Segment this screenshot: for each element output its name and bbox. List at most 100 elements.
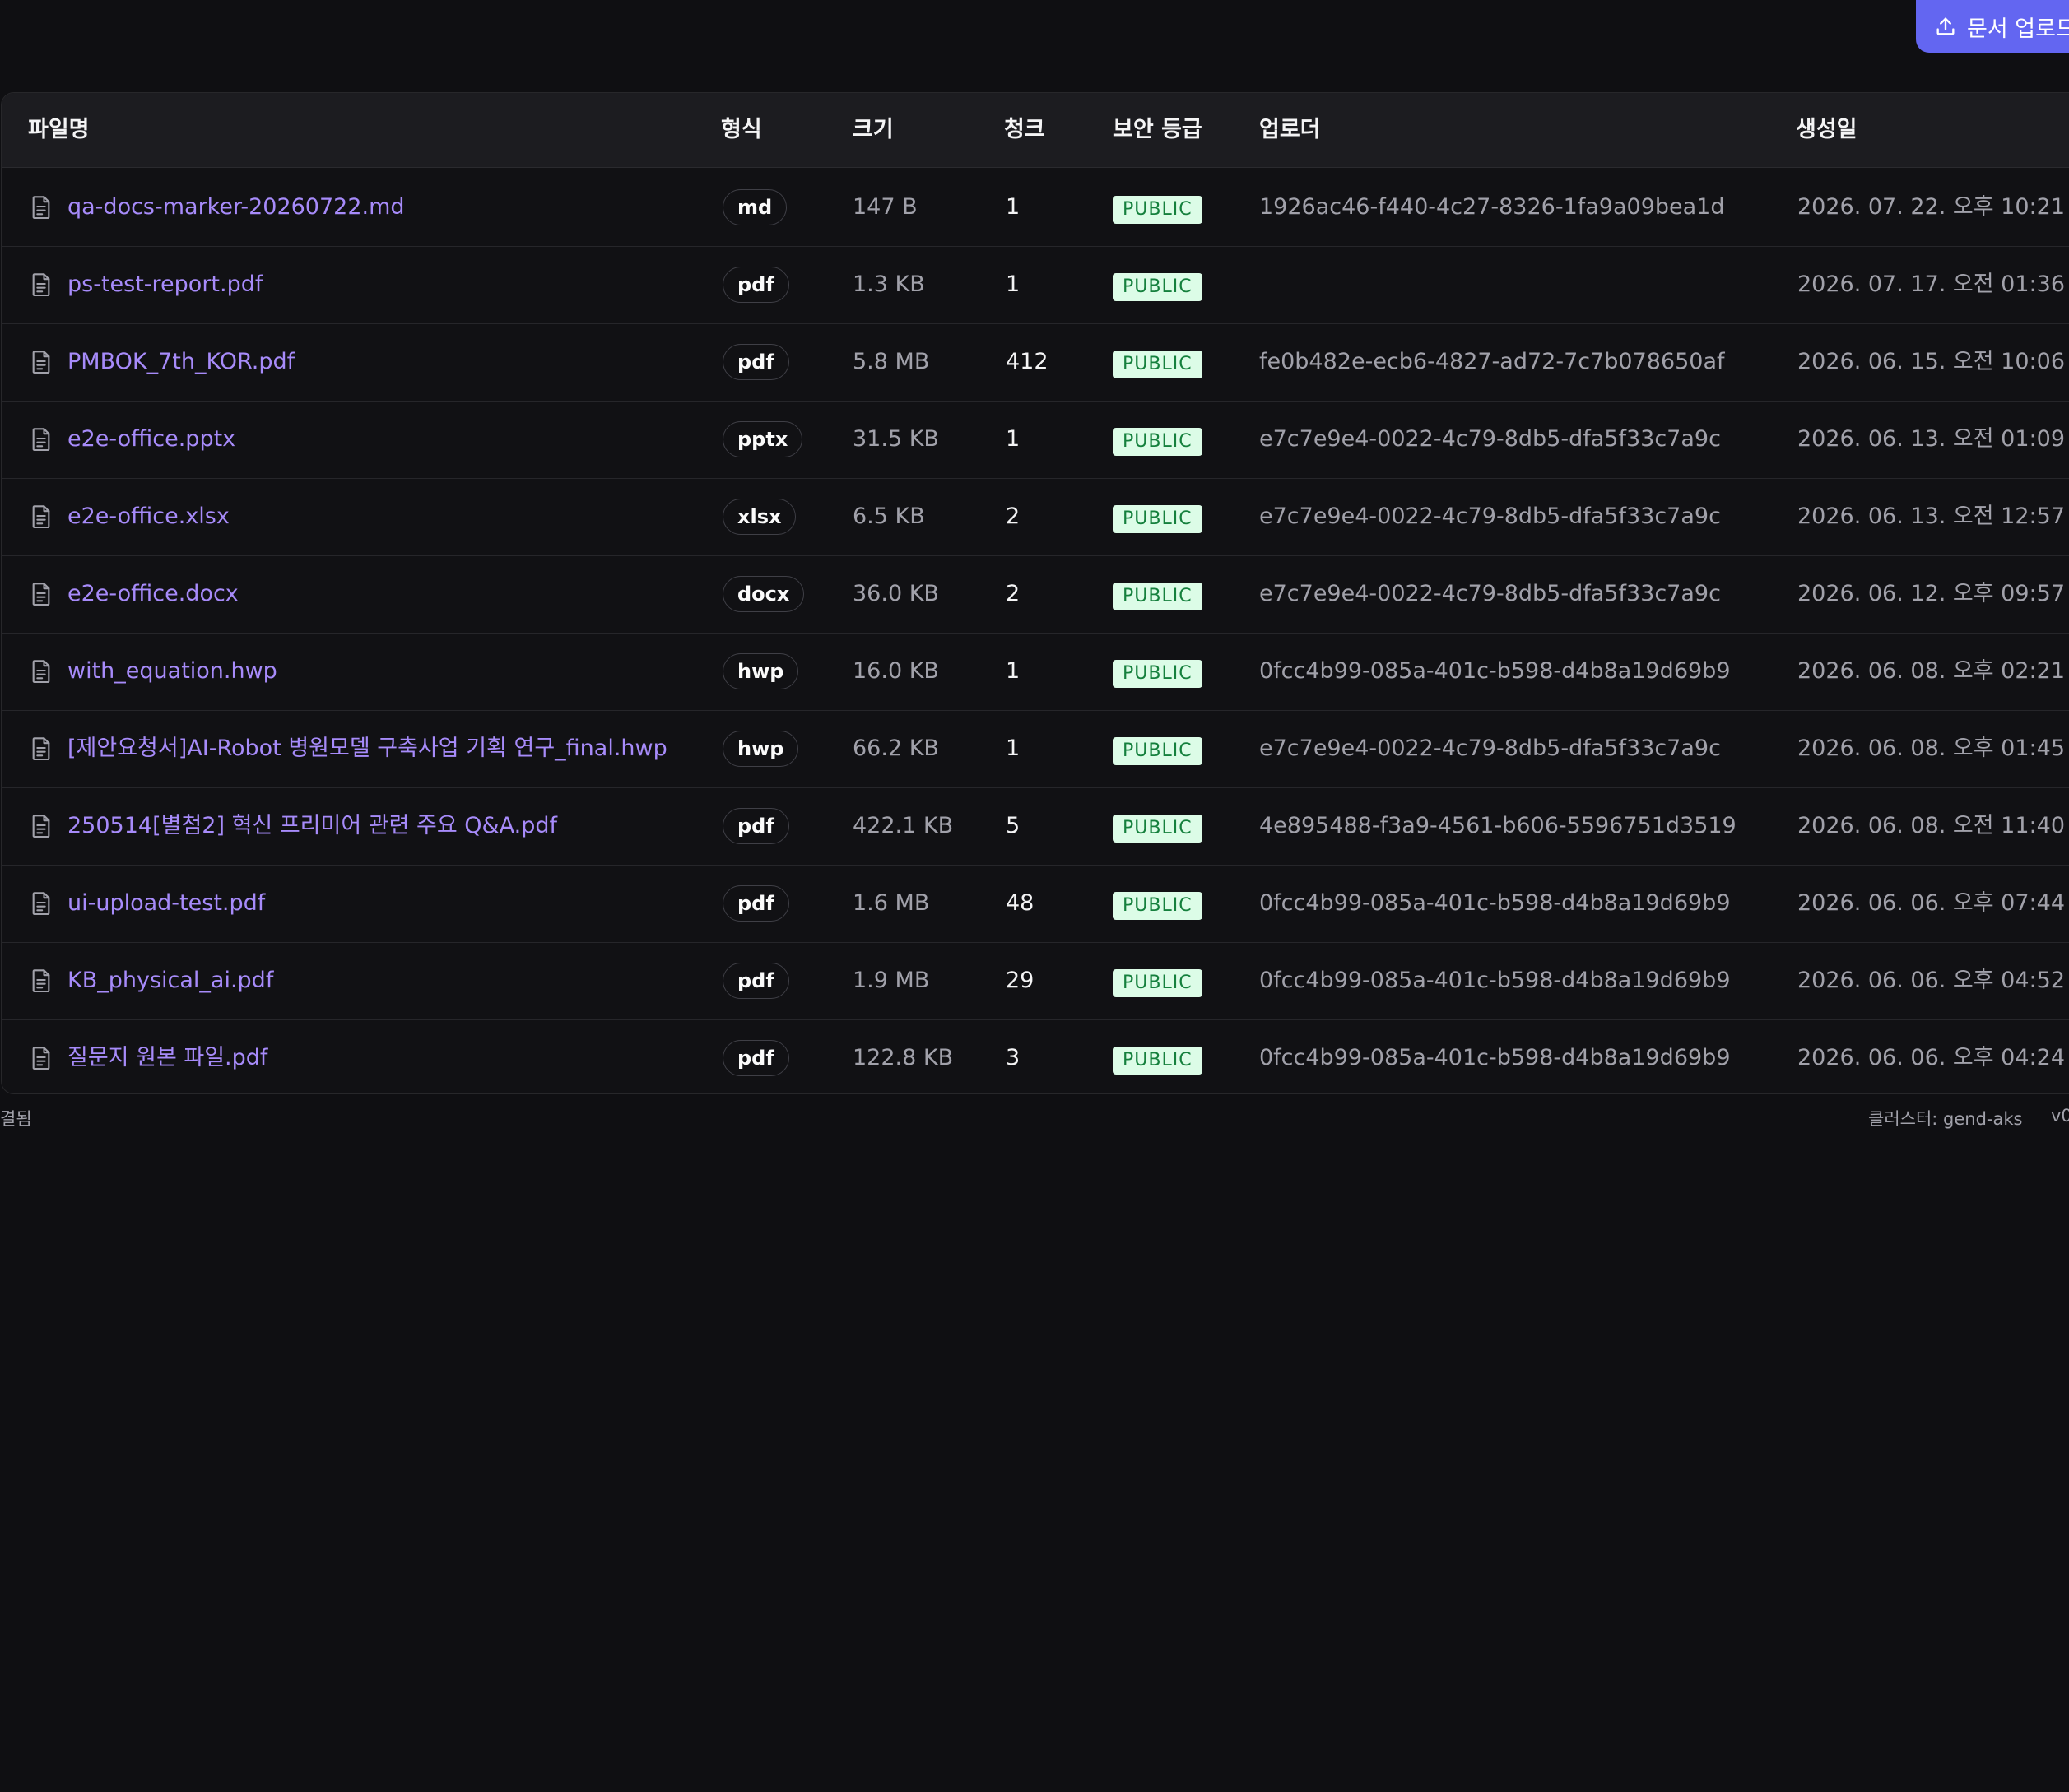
- file-name-link[interactable]: e2e-office.xlsx: [67, 478, 230, 555]
- upload-icon: [1936, 17, 1955, 35]
- created-date: 2026. 07. 22. 오후 10:21: [1797, 194, 2065, 220]
- security-badge: PUBLIC: [1113, 273, 1202, 301]
- uploader-id: 0fcc4b99-085a-401c-b598-d4b8a19d69b9: [1259, 890, 1731, 916]
- file-text-icon: [30, 968, 53, 993]
- file-name-link[interactable]: e2e-office.docx: [67, 555, 239, 633]
- created-date: 2026. 06. 06. 오후 07:44: [1797, 890, 2065, 916]
- chunk-count: 1: [1006, 658, 1021, 684]
- chunk-count: 2: [1006, 581, 1021, 606]
- file-size: 122.8 KB: [853, 1045, 954, 1070]
- created-date: 2026. 06. 15. 오전 10:06: [1797, 349, 2065, 374]
- file-text-icon: [30, 582, 53, 606]
- format-badge: pdf: [723, 344, 789, 380]
- table-row[interactable]: qa-docs-marker-20260722.md md 147 B 1 PUBLIC…: [2, 169, 2069, 247]
- upload-document-label: 문서 업로드: [1967, 16, 2069, 42]
- chunk-count: 1: [1006, 272, 1021, 297]
- security-badge: PUBLIC: [1113, 428, 1202, 456]
- table-row[interactable]: with_equation.hwp hwp 16.0 KB 1 PUBLIC 0fcc4b…: [2, 633, 2069, 711]
- table-row[interactable]: [제안요청서]AI-Robot 병원모델 구축사업 기획 연구_final.hw…: [2, 710, 2069, 788]
- security-badge: PUBLIC: [1113, 969, 1202, 997]
- chunk-count: 1: [1006, 426, 1021, 452]
- file-text-icon: [30, 350, 53, 374]
- file-size: 6.5 KB: [853, 504, 925, 529]
- created-date: 2026. 06. 13. 오전 12:57: [1797, 504, 2065, 529]
- format-badge: hwp: [723, 731, 799, 767]
- file-size: 36.0 KB: [853, 581, 939, 606]
- created-date: 2026. 06. 13. 오전 01:09: [1797, 426, 2065, 452]
- chunk-count: 1: [1006, 736, 1021, 761]
- uploader-id: 1926ac46-f440-4c27-8326-1fa9a09bea1d: [1259, 194, 1725, 220]
- connection-status: 결됨: [0, 1109, 32, 1129]
- uploader-id: e7c7e9e4-0022-4c79-8db5-dfa5f33c7a9c: [1259, 504, 1721, 529]
- file-size: 5.8 MB: [853, 349, 930, 374]
- file-name-link[interactable]: KB_physical_ai.pdf: [67, 942, 273, 1019]
- chunk-count: 3: [1006, 1045, 1021, 1070]
- security-badge: PUBLIC: [1113, 351, 1202, 378]
- format-badge: pptx: [723, 421, 803, 457]
- security-badge: PUBLIC: [1113, 583, 1202, 610]
- chunk-count: 5: [1006, 813, 1021, 838]
- documents-table: 파일명 형식 크기 청크 보안 등급 업로더 생성일 qa-docs-marke…: [1, 92, 2069, 1094]
- created-date: 2026. 06. 06. 오후 04:24: [1797, 1045, 2065, 1070]
- table-row[interactable]: 250514[별첨2] 혁신 프리미어 관련 주요 Q&A.pdf pdf 422.…: [2, 787, 2069, 866]
- file-text-icon: [30, 272, 53, 297]
- table-row[interactable]: 질문지 원본 파일.pdf pdf 122.8 KB 3 PUBLIC 0fcc4b99-…: [2, 1019, 2069, 1093]
- file-text-icon: [30, 814, 53, 838]
- column-header-chunks[interactable]: 청크: [1004, 93, 1045, 167]
- column-header-created[interactable]: 생성일: [1796, 93, 1857, 167]
- column-header-name[interactable]: 파일명: [28, 93, 90, 167]
- file-size: 66.2 KB: [853, 736, 939, 761]
- column-header-size[interactable]: 크기: [853, 93, 894, 167]
- uploader-id: 0fcc4b99-085a-401c-b598-d4b8a19d69b9: [1259, 658, 1731, 684]
- table-row[interactable]: e2e-office.xlsx xlsx 6.5 KB 2 PUBLIC e7c7e9e4…: [2, 478, 2069, 556]
- format-badge: md: [723, 189, 788, 225]
- uploader-id: e7c7e9e4-0022-4c79-8db5-dfa5f33c7a9c: [1259, 426, 1721, 452]
- format-badge: pdf: [723, 1040, 789, 1076]
- file-name-link[interactable]: PMBOK_7th_KOR.pdf: [67, 323, 295, 401]
- file-name-link[interactable]: 질문지 원본 파일.pdf: [67, 1019, 267, 1093]
- chunk-count: 2: [1006, 504, 1021, 529]
- chunk-count: 48: [1006, 890, 1034, 916]
- column-header-uploader[interactable]: 업로더: [1259, 93, 1321, 167]
- security-badge: PUBLIC: [1113, 815, 1202, 843]
- security-badge: PUBLIC: [1113, 1047, 1202, 1075]
- chunk-count: 29: [1006, 968, 1034, 993]
- column-header-security[interactable]: 보안 등급: [1113, 93, 1202, 167]
- file-text-icon: [30, 427, 53, 452]
- upload-document-button[interactable]: 문서 업로드: [1916, 0, 2069, 53]
- format-badge: docx: [723, 576, 805, 612]
- format-badge: xlsx: [723, 499, 797, 535]
- uploader-id: e7c7e9e4-0022-4c79-8db5-dfa5f33c7a9c: [1259, 581, 1721, 606]
- file-size: 1.9 MB: [853, 968, 930, 993]
- table-row[interactable]: e2e-office.pptx pptx 31.5 KB 1 PUBLIC e7c7e9e…: [2, 401, 2069, 479]
- file-name-link[interactable]: [제안요청서]AI-Robot 병원모델 구축사업 기획 연구_final.hw…: [67, 710, 667, 787]
- file-name-link[interactable]: e2e-office.pptx: [67, 401, 235, 478]
- uploader-id: 0fcc4b99-085a-401c-b598-d4b8a19d69b9: [1259, 1045, 1731, 1070]
- table-row[interactable]: e2e-office.docx docx 36.0 KB 2 PUBLIC e7c7e9e…: [2, 555, 2069, 634]
- table-row[interactable]: KB_physical_ai.pdf pdf 1.9 MB 29 PUBLIC 0fcc4…: [2, 942, 2069, 1020]
- format-badge: pdf: [723, 808, 789, 844]
- table-row[interactable]: ui-upload-test.pdf pdf 1.6 MB 48 PUBLIC 0fcc4…: [2, 865, 2069, 943]
- file-name-link[interactable]: with_equation.hwp: [67, 633, 277, 710]
- file-text-icon: [30, 891, 53, 916]
- uploader-id: 4e895488-f3a9-4561-b606-5596751d3519: [1259, 813, 1737, 838]
- security-badge: PUBLIC: [1113, 892, 1202, 920]
- version-label: v0: [2051, 1106, 2069, 1126]
- column-header-format[interactable]: 형식: [721, 93, 762, 167]
- format-badge: hwp: [723, 653, 799, 689]
- created-date: 2026. 06. 06. 오후 04:52: [1797, 968, 2065, 993]
- table-row[interactable]: ps-test-report.pdf pdf 1.3 KB 1 PUBLIC 2026. …: [2, 246, 2069, 324]
- file-text-icon: [30, 1046, 53, 1070]
- created-date: 2026. 07. 17. 오전 01:36: [1797, 272, 2065, 297]
- file-text-icon: [30, 736, 53, 761]
- file-name-link[interactable]: qa-docs-marker-20260722.md: [67, 169, 405, 246]
- security-badge: PUBLIC: [1113, 660, 1202, 688]
- file-name-link[interactable]: 250514[별첨2] 혁신 프리미어 관련 주요 Q&A.pdf: [67, 787, 557, 865]
- file-name-link[interactable]: ps-test-report.pdf: [67, 246, 263, 323]
- table-row[interactable]: PMBOK_7th_KOR.pdf pdf 5.8 MB 412 PUBLIC fe0b4…: [2, 323, 2069, 402]
- created-date: 2026. 06. 12. 오후 09:57: [1797, 581, 2065, 606]
- file-size: 422.1 KB: [853, 813, 954, 838]
- file-text-icon: [30, 195, 53, 220]
- created-date: 2026. 06. 08. 오후 01:45: [1797, 736, 2065, 761]
- file-name-link[interactable]: ui-upload-test.pdf: [67, 865, 265, 942]
